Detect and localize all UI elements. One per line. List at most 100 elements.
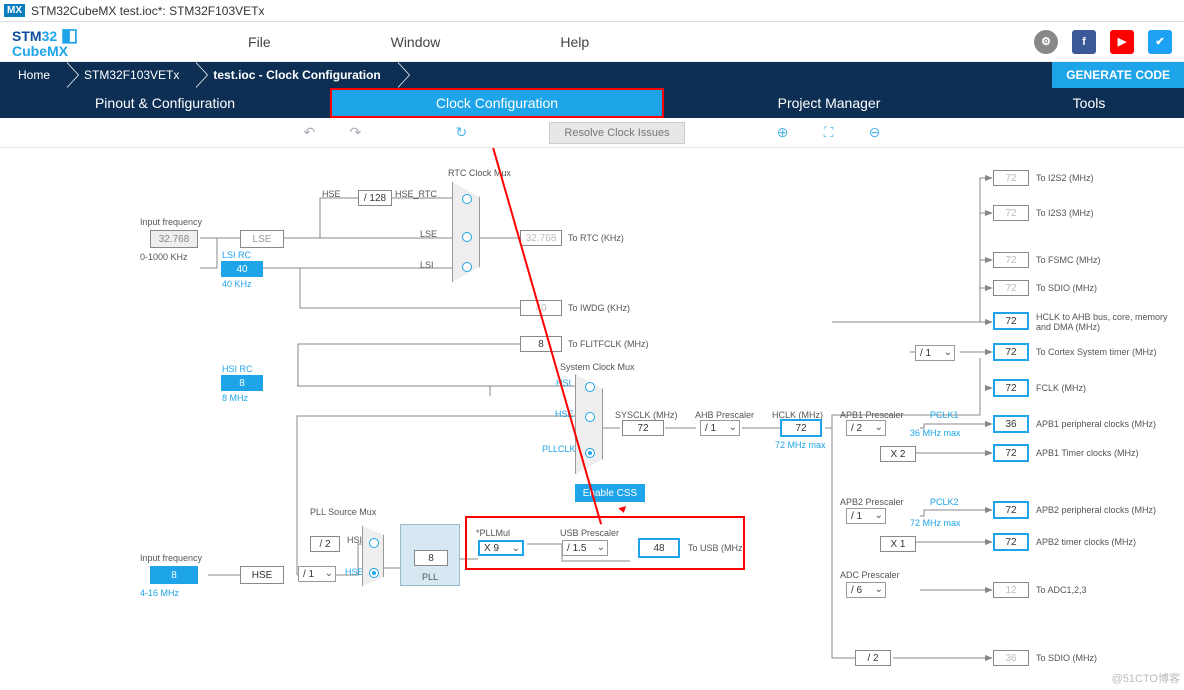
tab-project[interactable]: Project Manager [664, 88, 994, 118]
label-pll-hse: HSE [345, 567, 364, 577]
ahb-div-select[interactable]: / 1 [700, 420, 740, 436]
label-to-iwdg: To IWDG (KHz) [568, 303, 630, 313]
twitter-icon[interactable]: ✔ [1148, 30, 1172, 54]
rtc-mux-lsi[interactable] [462, 262, 472, 272]
app-icon: MX [4, 4, 25, 17]
label-lsi-rc: LSI RC [222, 250, 251, 260]
section-tabs: Pinout & Configuration Clock Configurati… [0, 88, 1184, 118]
hse-block: HSE [240, 566, 284, 584]
sys-mux-hse[interactable] [585, 412, 595, 422]
label-sysclk: SYSCLK (MHz) [615, 410, 678, 420]
sys-mux-hsi[interactable] [585, 382, 595, 392]
label-pll-hsi: HSI [347, 535, 362, 545]
sdio-div2: / 2 [855, 650, 891, 666]
enable-css-button[interactable]: Enable CSS [575, 484, 645, 502]
crumb-file[interactable]: test.ioc - Clock Configuration [195, 62, 396, 88]
out-apb2-t: 72 [993, 533, 1029, 551]
crumb-home[interactable]: Home [0, 62, 66, 88]
redo-icon[interactable]: ↷ [347, 124, 363, 141]
undo-icon[interactable]: ↶ [301, 124, 317, 141]
out-fclk: 72 [993, 379, 1029, 397]
tab-pinout[interactable]: Pinout & Configuration [0, 88, 330, 118]
label-sdio: To SDIO (MHz) [1036, 283, 1097, 293]
label-hse-128-src: HSE [322, 189, 341, 199]
usb-div-select[interactable]: / 1.5 [562, 540, 608, 556]
out-sdio: 72 [993, 280, 1029, 296]
apb2-div-select[interactable]: / 1 [846, 508, 886, 524]
out-i2s2: 72 [993, 170, 1029, 186]
facebook-icon[interactable]: f [1072, 30, 1096, 54]
rtc-mux-lse[interactable] [462, 232, 472, 242]
label-to-flit: To FLITFCLK (MHz) [568, 339, 649, 349]
hse-div128: / 128 [358, 190, 392, 206]
lse-block: LSE [240, 230, 284, 248]
menu-row: STM32 ◧ CubeMX File Window Help ⚙ f ▶ ✔ [0, 22, 1184, 62]
crumb-chip[interactable]: STM32F103VETx [66, 62, 195, 88]
apb2-x1: X 1 [880, 536, 916, 552]
label-lse-mux: LSE [420, 229, 437, 239]
hse-freq-box[interactable]: 8 [150, 566, 198, 584]
menu-file[interactable]: File [248, 34, 271, 50]
sysclk-value: 72 [622, 420, 664, 436]
apb1-x2: X 2 [880, 446, 916, 462]
label-pclk2: PCLK2 [930, 497, 959, 507]
rtc-mux-hse[interactable] [462, 194, 472, 204]
hclk-value[interactable]: 72 [780, 419, 822, 437]
label-fsmc: To FSMC (MHz) [1036, 255, 1101, 265]
label-pllmul: *PLLMul [476, 528, 510, 538]
label-usb-presc: USB Prescaler [560, 528, 619, 538]
label-i2s2: To I2S2 (MHz) [1036, 173, 1094, 183]
label-lsi-mux: LSI [420, 260, 434, 270]
apb1-div-select[interactable]: / 2 [846, 420, 886, 436]
watermark: @51CTO博客 [1112, 670, 1180, 686]
flit-value: 8 [520, 336, 562, 352]
fit-icon[interactable]: ⛶ [821, 124, 837, 141]
tab-tools[interactable]: Tools [994, 88, 1184, 118]
generate-code-button[interactable]: GENERATE CODE [1052, 62, 1184, 88]
menu-window[interactable]: Window [391, 34, 441, 50]
label-lse-input: Input frequency [140, 217, 202, 227]
label-apb2-p: APB2 peripheral clocks (MHz) [1036, 505, 1156, 515]
label-fclk: FCLK (MHz) [1036, 383, 1086, 393]
label-adc: To ADC1,2,3 [1036, 585, 1087, 595]
zoom-out-icon[interactable]: ⊖ [867, 124, 883, 141]
pll-mux-hsi[interactable] [369, 538, 379, 548]
menu-help[interactable]: Help [560, 34, 589, 50]
usb-value: 48 [638, 538, 680, 558]
title-file: test.ioc*: [120, 4, 166, 18]
label-rtc-mux: RTC Clock Mux [448, 168, 511, 178]
label-cortex: To Cortex System timer (MHz) [1036, 347, 1157, 357]
lsi-value: 40 [221, 261, 263, 277]
pllmul-select[interactable]: X 9 [478, 540, 524, 556]
iwdg-value: 40 [520, 300, 562, 316]
out-ahb-bus: 72 [993, 312, 1029, 330]
breadcrumb-bar: Home STM32F103VETx test.ioc - Clock Conf… [0, 62, 1184, 88]
youtube-icon[interactable]: ▶ [1110, 30, 1134, 54]
title-app: STM32CubeMX [31, 4, 116, 18]
label-apb2-presc: APB2 Prescaler [840, 497, 904, 507]
resolve-clock-button[interactable]: Resolve Clock Issues [549, 122, 684, 144]
label-hse-rtc: HSE_RTC [395, 189, 437, 199]
title-chip: STM32F103VETx [169, 4, 264, 18]
pll-mux-hse[interactable] [369, 568, 379, 578]
window-title-bar: MX STM32CubeMX test.ioc*: STM32F103VETx [0, 0, 1184, 22]
label-to-usb: To USB (MHz) [688, 543, 746, 553]
lse-freq-box[interactable]: 32.768 [150, 230, 198, 248]
label-hsi-rc: HSI RC [222, 364, 253, 374]
label-apb1-presc: APB1 Prescaler [840, 410, 904, 420]
hsi-value: 8 [221, 375, 263, 391]
label-sys-mux: System Clock Mux [560, 362, 635, 372]
label-pclk2-max: 72 MHz max [910, 518, 961, 528]
clock-diagram[interactable]: Input frequency 32.768 0-1000 KHz LSE LS… [0, 148, 1184, 688]
refresh-icon[interactable]: ↻ [453, 124, 469, 141]
out-i2s3: 72 [993, 205, 1029, 221]
tab-clock[interactable]: Clock Configuration [330, 88, 664, 118]
label-pclk1: PCLK1 [930, 410, 959, 420]
sys-mux-pllclk[interactable] [585, 448, 595, 458]
st-badge-icon: ⚙ [1034, 30, 1058, 54]
adc-div-select[interactable]: / 6 [846, 582, 886, 598]
label-lsi-sub: 40 KHz [222, 279, 252, 289]
hse-div-select[interactable]: / 1 [298, 566, 336, 582]
cortex-div-select[interactable]: / 1 [915, 345, 955, 361]
zoom-in-icon[interactable]: ⊕ [775, 124, 791, 141]
